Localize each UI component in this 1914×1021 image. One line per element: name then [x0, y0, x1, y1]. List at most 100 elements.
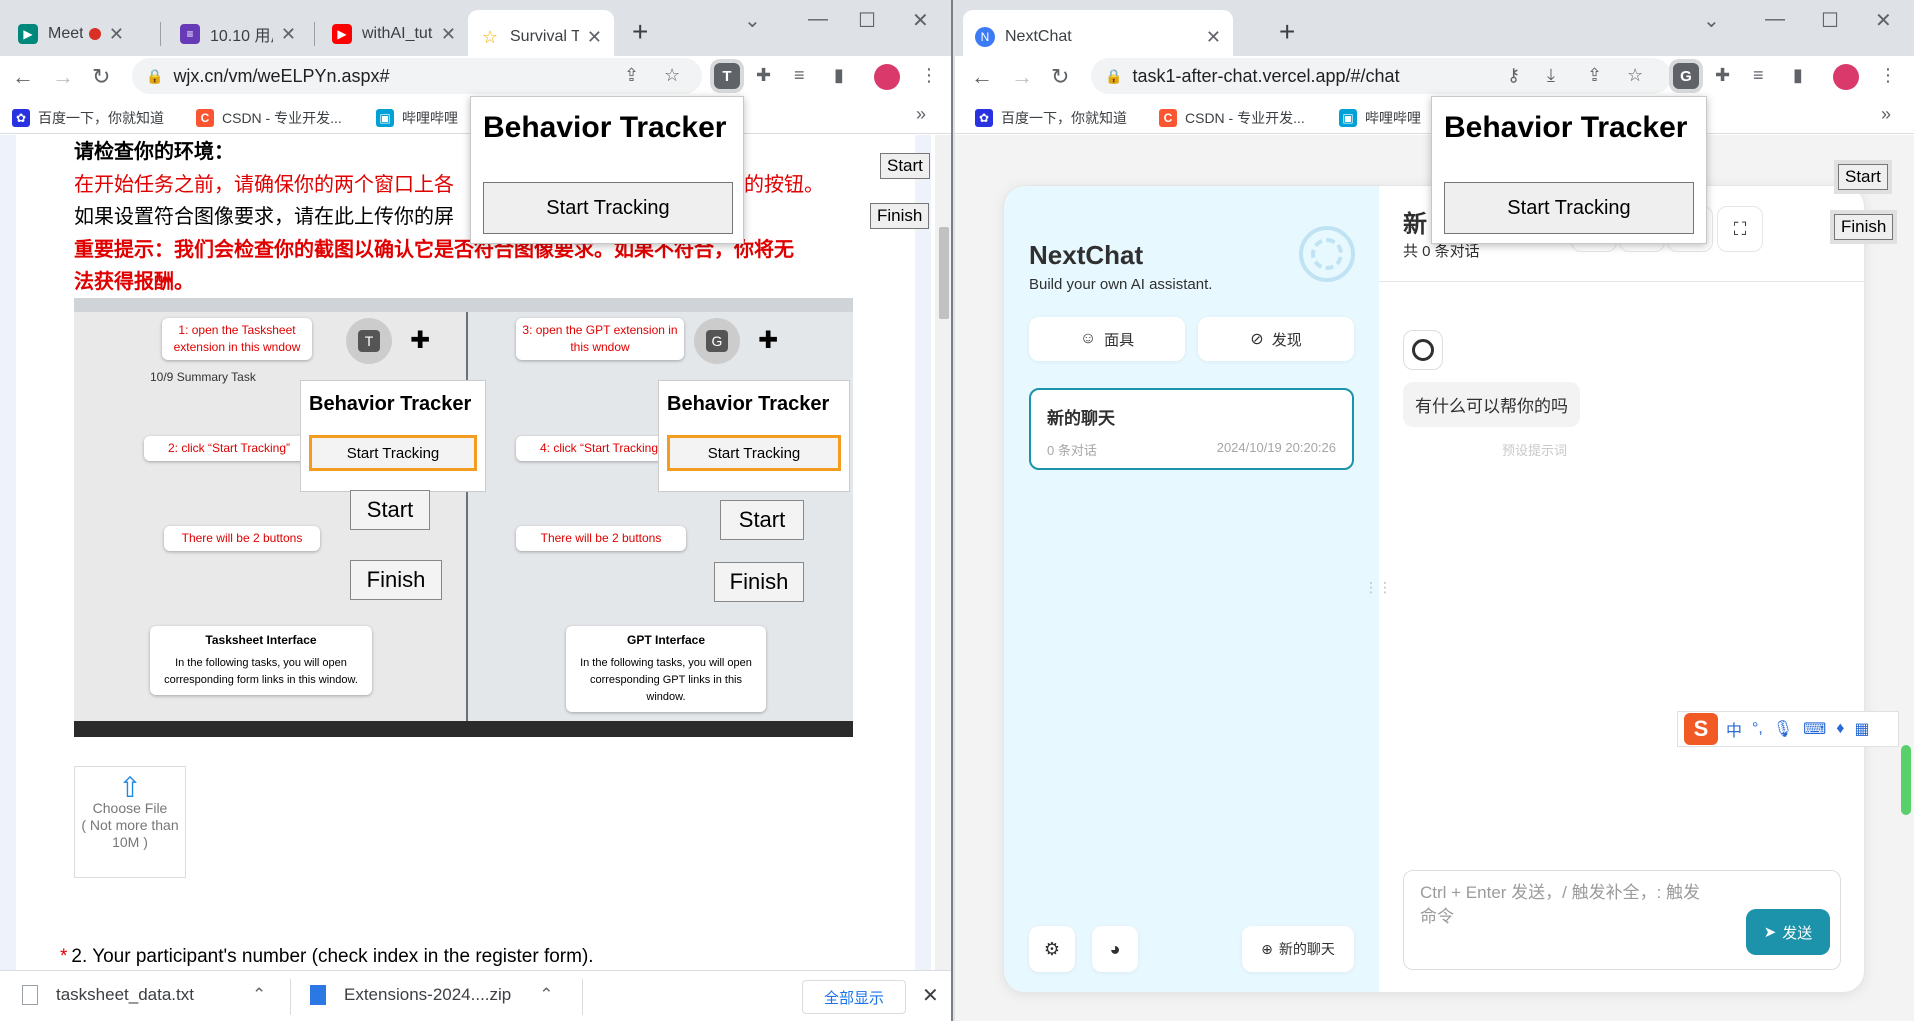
discover-button[interactable]: ⊘ 发现	[1198, 317, 1354, 361]
close-icon[interactable]: ✕	[922, 983, 939, 1008]
bookmark-bilibili[interactable]: ▣ 哔哩哔哩	[1339, 108, 1421, 128]
tab-meet[interactable]: ▶ Meet ✕	[6, 12, 136, 56]
bookmark-csdn[interactable]: C CSDN - 专业开发...	[1159, 108, 1305, 128]
forward-icon[interactable]: →	[1011, 64, 1033, 90]
chat-main: 新 共 0 条对话 ✎ › ↗ ⛶ 有什么可以帮你的吗 预设提示词 ➤ 发送	[1379, 186, 1864, 992]
bot-avatar	[1403, 330, 1443, 370]
minimize-button[interactable]: —	[1765, 8, 1785, 31]
chevron-up-icon[interactable]: ⌃	[252, 985, 266, 1005]
chat-list-item[interactable]: 新的聊天 0 条对话 2024/10/19 20:20:26	[1029, 388, 1354, 470]
mask-button[interactable]: ☺ 面具	[1029, 317, 1185, 361]
new-chat-button[interactable]: ⊕ 新的聊天	[1242, 926, 1354, 972]
close-icon[interactable]: ✕	[441, 24, 456, 45]
forward-icon[interactable]: →	[52, 64, 74, 90]
bookmark-star-icon[interactable]: ☆	[664, 65, 680, 86]
chat-title[interactable]: 新	[1403, 204, 1427, 239]
github-icon[interactable]: ◕	[1092, 926, 1138, 972]
puzzle-icon: ✚	[758, 327, 779, 354]
callout-two-buttons: There will be 2 buttons	[164, 526, 320, 551]
bookmark-bilibili[interactable]: ▣ 哔哩哔哩	[376, 108, 458, 128]
callout-step2: 2: click “Start Tracking”	[144, 436, 314, 461]
ime-mode[interactable]: 中	[1726, 717, 1742, 741]
bookmarks-overflow-icon[interactable]: »	[916, 104, 926, 125]
upload-icon: ⇧	[118, 772, 142, 803]
new-tab-button[interactable]: +	[632, 16, 648, 48]
show-all-button[interactable]: 全部显示	[802, 980, 906, 1014]
side-panel-icon[interactable]: ▮	[1793, 65, 1803, 86]
chevron-up-icon[interactable]: ⌃	[539, 985, 553, 1005]
profile-avatar[interactable]	[874, 64, 900, 90]
maximize-button[interactable]: ☐	[1821, 8, 1839, 33]
back-icon[interactable]: ←	[971, 64, 993, 90]
side-panel-icon[interactable]: ▮	[834, 65, 844, 86]
password-key-icon[interactable]: ⚷	[1507, 65, 1520, 86]
extensions-puzzle-icon[interactable]: ✚	[1715, 65, 1730, 86]
keyboard-icon[interactable]: ⌨	[1803, 719, 1826, 739]
close-window-button[interactable]: ✕	[1875, 8, 1892, 33]
start-button[interactable]: Start	[880, 153, 930, 179]
chat-input[interactable]	[1420, 881, 1710, 941]
bookmarks-overflow-icon[interactable]: »	[1881, 104, 1891, 125]
tab-search-icon[interactable]: ⌄	[1703, 8, 1720, 33]
apps-grid-icon[interactable]: ▦	[1854, 719, 1869, 739]
tab-youtube[interactable]: ▶ withAI_tut ✕	[320, 12, 468, 56]
settings-icon[interactable]: ⚙	[1029, 926, 1075, 972]
reading-list-icon[interactable]: ≡	[794, 65, 805, 86]
skin-icon[interactable]: ♦	[1836, 720, 1844, 738]
puzzle-icon: ✚	[410, 327, 431, 354]
reload-icon[interactable]: ↻	[1051, 64, 1069, 90]
microphone-icon[interactable]: 🎙	[1773, 719, 1793, 739]
bookmark-baidu[interactable]: ✿ 百度一下，你就知道	[975, 108, 1127, 128]
bookmark-baidu[interactable]: ✿ 百度一下，你就知道	[12, 108, 164, 128]
bilibili-icon: ▣	[1339, 109, 1357, 127]
preview-finish-right: Finish	[714, 562, 804, 602]
preview-finish-left: Finish	[350, 560, 442, 600]
nextchat-icon: N	[975, 27, 995, 47]
send-icon: ➤	[1763, 924, 1777, 941]
g-extension-icon: G	[694, 318, 740, 364]
start-tracking-button[interactable]: Start Tracking	[483, 182, 733, 234]
address-bar[interactable]: 🔒 wjx.cn/vm/weELPYn.aspx#	[132, 58, 702, 94]
maximize-button[interactable]: ☐	[858, 8, 876, 33]
extensions-puzzle-icon[interactable]: ✚	[756, 65, 771, 86]
gpt-extension-icon[interactable]: G	[1673, 63, 1699, 89]
finish-button[interactable]: Finish	[870, 203, 930, 229]
bookmark-star-icon[interactable]: ☆	[1627, 65, 1643, 86]
finish-button[interactable]: Finish	[1834, 214, 1894, 240]
close-icon[interactable]: ✕	[587, 27, 602, 48]
reload-icon[interactable]: ↻	[92, 64, 110, 90]
download-item[interactable]: tasksheet_data.txt ⌃	[22, 985, 266, 1005]
reading-list-icon[interactable]: ≡	[1753, 65, 1764, 86]
tasksheet-extension-icon[interactable]: T	[714, 63, 740, 89]
start-tracking-button[interactable]: Start Tracking	[1444, 182, 1694, 234]
back-icon[interactable]: ←	[12, 64, 34, 90]
close-icon[interactable]: ✕	[281, 24, 296, 45]
left-browser-window: ▶ Meet ✕ ≡ 10.10 用户 ✕ ▶ withAI_tut ✕ ☆ S…	[0, 0, 953, 1021]
share-icon[interactable]: ⇪	[624, 65, 639, 86]
install-app-icon[interactable]: ⤓	[1547, 65, 1555, 86]
scrollbar-thumb[interactable]	[939, 227, 949, 319]
profile-avatar[interactable]	[1833, 64, 1859, 90]
close-icon[interactable]: ✕	[1206, 27, 1221, 48]
behavior-tracker-popup: Behavior Tracker Start Tracking	[1431, 96, 1707, 244]
openai-logo-icon	[1299, 226, 1355, 282]
punctuation-icon[interactable]: °,	[1752, 720, 1763, 738]
minimize-button[interactable]: —	[808, 8, 828, 31]
tab-search-icon[interactable]: ⌄	[744, 8, 761, 33]
fullscreen-icon[interactable]: ⛶	[1717, 206, 1763, 252]
close-window-button[interactable]: ✕	[912, 8, 929, 33]
scrollbar[interactable]	[935, 135, 951, 970]
close-icon[interactable]: ✕	[109, 24, 124, 45]
new-tab-button[interactable]: +	[1279, 16, 1295, 48]
menu-kebab-icon[interactable]: ⋮	[1879, 65, 1897, 86]
openai-logo-icon	[1412, 339, 1434, 361]
bookmark-csdn[interactable]: C CSDN - 专业开发...	[196, 108, 342, 128]
start-button[interactable]: Start	[1838, 164, 1888, 190]
choose-file-button[interactable]: ⇧ Choose File ( Not more than 10M )	[74, 766, 186, 878]
download-item[interactable]: Extensions-2024....zip ⌃	[310, 985, 554, 1005]
share-icon[interactable]: ⇪	[1587, 65, 1602, 86]
tab-form[interactable]: ≡ 10.10 用户 ✕	[168, 12, 308, 56]
send-button[interactable]: ➤ 发送	[1746, 909, 1830, 955]
address-bar[interactable]: 🔒 task1-after-chat.vercel.app/#/chat	[1091, 58, 1671, 94]
menu-kebab-icon[interactable]: ⋮	[920, 65, 938, 86]
